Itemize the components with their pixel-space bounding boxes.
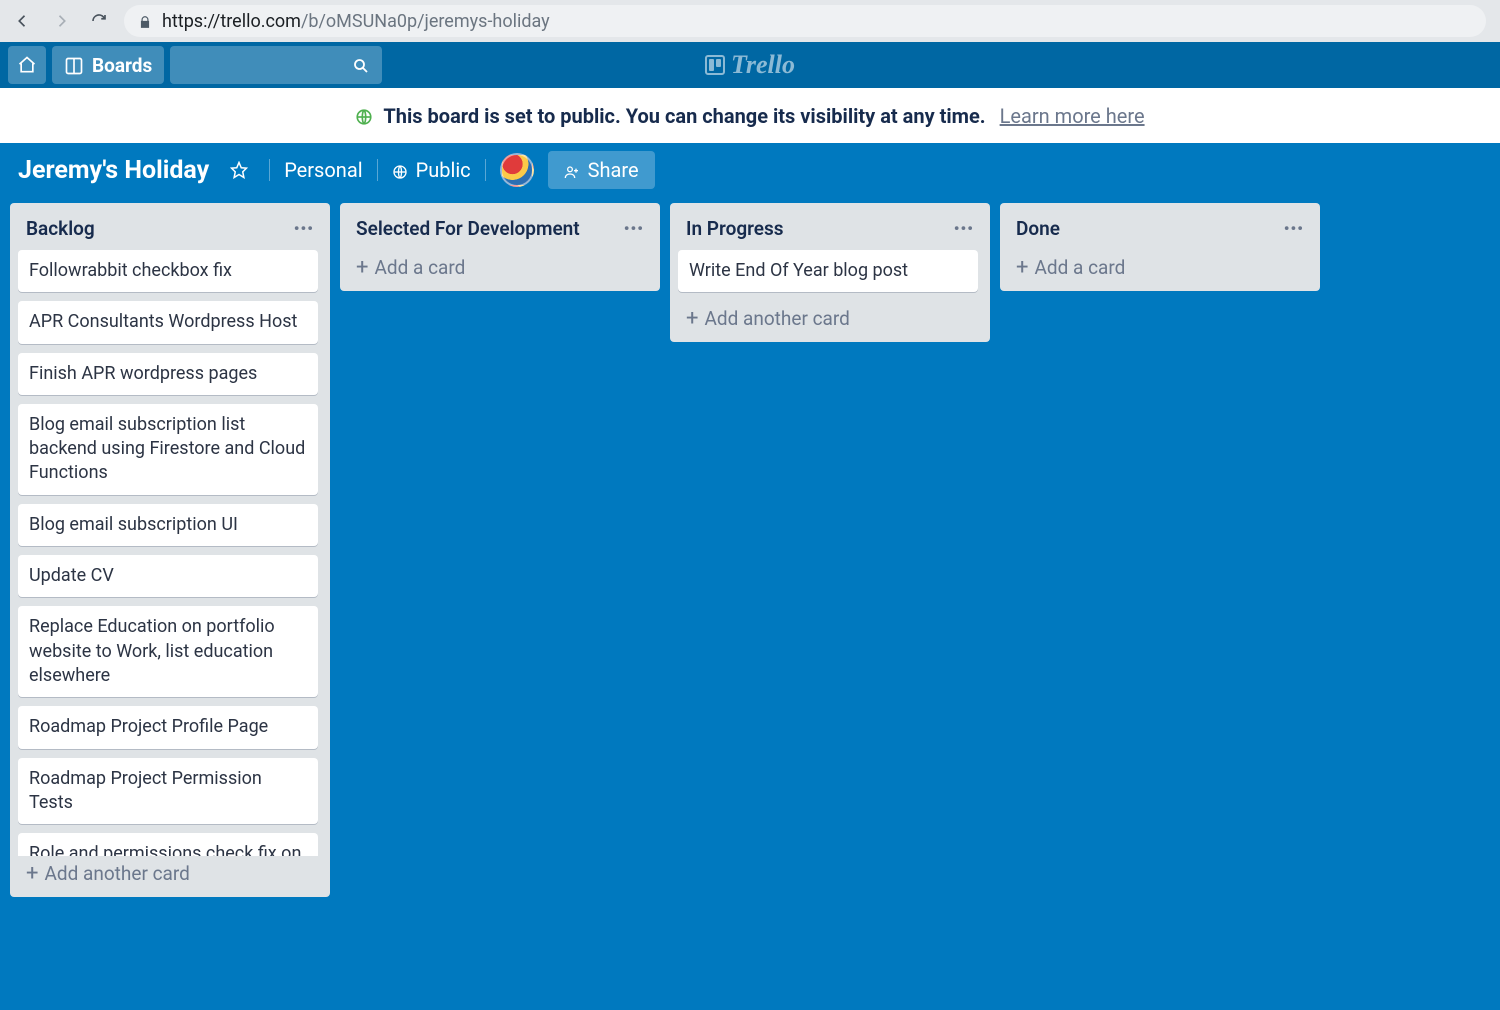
back-icon[interactable] (14, 12, 32, 30)
home-button[interactable] (8, 46, 46, 84)
list-menu-icon[interactable]: ••• (624, 219, 644, 238)
card[interactable]: Roadmap Project Permission Tests (18, 758, 318, 825)
url-host: https://trello.com (162, 11, 301, 32)
card[interactable]: Replace Education on portfolio website t… (18, 606, 318, 697)
list-menu-icon[interactable]: ••• (954, 219, 974, 238)
avatar[interactable] (500, 153, 534, 187)
boards-icon (64, 54, 84, 77)
card[interactable]: Finish APR wordpress pages (18, 353, 318, 395)
share-label: Share (588, 158, 639, 182)
public-label: Public (416, 158, 471, 182)
add-card-label: Add another card (44, 862, 189, 885)
reload-icon[interactable] (90, 12, 108, 30)
cards-container: Write End Of Year blog post (678, 250, 982, 301)
share-icon (564, 158, 580, 182)
list-header: Done ••• (1008, 213, 1312, 250)
list: Backlog ••• Followrabbit checkbox fix APR C… (10, 203, 330, 897)
list-header: Selected For Development ••• (348, 213, 652, 250)
list-menu-icon[interactable]: ••• (1284, 219, 1304, 238)
board-area: Backlog ••• Followrabbit checkbox fix APR C… (0, 197, 1500, 1010)
notice-link[interactable]: Learn more here (1000, 104, 1145, 128)
card[interactable]: Role and permissions check fix on IOU-bo… (18, 833, 318, 856)
card[interactable]: Followrabbit checkbox fix (18, 250, 318, 292)
list-title[interactable]: Backlog (26, 217, 95, 240)
browser-bar: https://trello.com/b/oMSUNa0p/jeremys-ho… (0, 0, 1500, 42)
boards-button[interactable]: Boards (52, 46, 164, 84)
visibility-button[interactable]: Public (392, 158, 471, 182)
trello-logo-text: Trello (731, 50, 795, 80)
trello-logo-icon (705, 55, 725, 75)
separator (377, 159, 378, 181)
notice-text: This board is set to public. You can cha… (383, 104, 985, 128)
add-card-button[interactable]: + Add a card (348, 250, 652, 281)
list-title[interactable]: Selected For Development (356, 217, 580, 240)
browser-nav-icons (14, 12, 108, 30)
cards-container: Followrabbit checkbox fix APR Consultants… (18, 250, 322, 856)
list: In Progress ••• Write End Of Year blog pos… (670, 203, 990, 342)
url-bar[interactable]: https://trello.com/b/oMSUNa0p/jeremys-ho… (124, 5, 1486, 37)
url-path: /b/oMSUNa0p/jeremys-holiday (301, 11, 550, 32)
star-button[interactable] (223, 154, 255, 186)
add-card-button[interactable]: + Add another card (678, 301, 982, 332)
url-text: https://trello.com/b/oMSUNa0p/jeremys-ho… (162, 11, 550, 32)
add-card-label: Add a card (1034, 256, 1125, 279)
list-header: Backlog ••• (18, 213, 322, 250)
add-card-label: Add another card (704, 307, 849, 330)
separator (485, 159, 486, 181)
trello-logo[interactable]: Trello (705, 42, 795, 88)
card[interactable]: Write End Of Year blog post (678, 250, 978, 292)
lock-icon (138, 11, 152, 32)
list-title[interactable]: In Progress (686, 217, 784, 240)
add-card-button[interactable]: + Add a card (1008, 250, 1312, 281)
list-menu-icon[interactable]: ••• (294, 219, 314, 238)
personal-label: Personal (284, 158, 362, 182)
list-header: In Progress ••• (678, 213, 982, 250)
card[interactable]: Blog email subscription UI (18, 504, 318, 546)
share-button[interactable]: Share (548, 151, 655, 189)
globe-icon (355, 104, 373, 128)
forward-icon[interactable] (52, 12, 70, 30)
trello-top-bar: Boards Trello (0, 42, 1500, 88)
board-header: Jeremy's Holiday Personal Public Share (0, 143, 1500, 197)
separator (269, 159, 270, 181)
list: Done ••• + Add a card (1000, 203, 1320, 291)
card[interactable]: Blog email subscription list backend usi… (18, 404, 318, 495)
plus-icon: + (356, 259, 368, 277)
globe-icon (392, 158, 408, 182)
add-card-label: Add a card (374, 256, 465, 279)
public-notice-bar: This board is set to public. You can cha… (0, 88, 1500, 143)
list-title[interactable]: Done (1016, 217, 1060, 240)
plus-icon: + (1016, 259, 1028, 277)
board-title[interactable]: Jeremy's Holiday (18, 156, 209, 185)
search-icon (352, 55, 370, 75)
plus-icon: + (686, 310, 698, 328)
search-input[interactable] (170, 46, 382, 84)
boards-label: Boards (92, 54, 152, 77)
add-card-button[interactable]: + Add another card (18, 856, 322, 887)
card[interactable]: Update CV (18, 555, 318, 597)
list: Selected For Development ••• + Add a card (340, 203, 660, 291)
card[interactable]: Roadmap Project Profile Page (18, 706, 318, 748)
plus-icon: + (26, 865, 38, 883)
card[interactable]: APR Consultants Wordpress Host (18, 301, 318, 343)
personal-button[interactable]: Personal (284, 158, 362, 182)
